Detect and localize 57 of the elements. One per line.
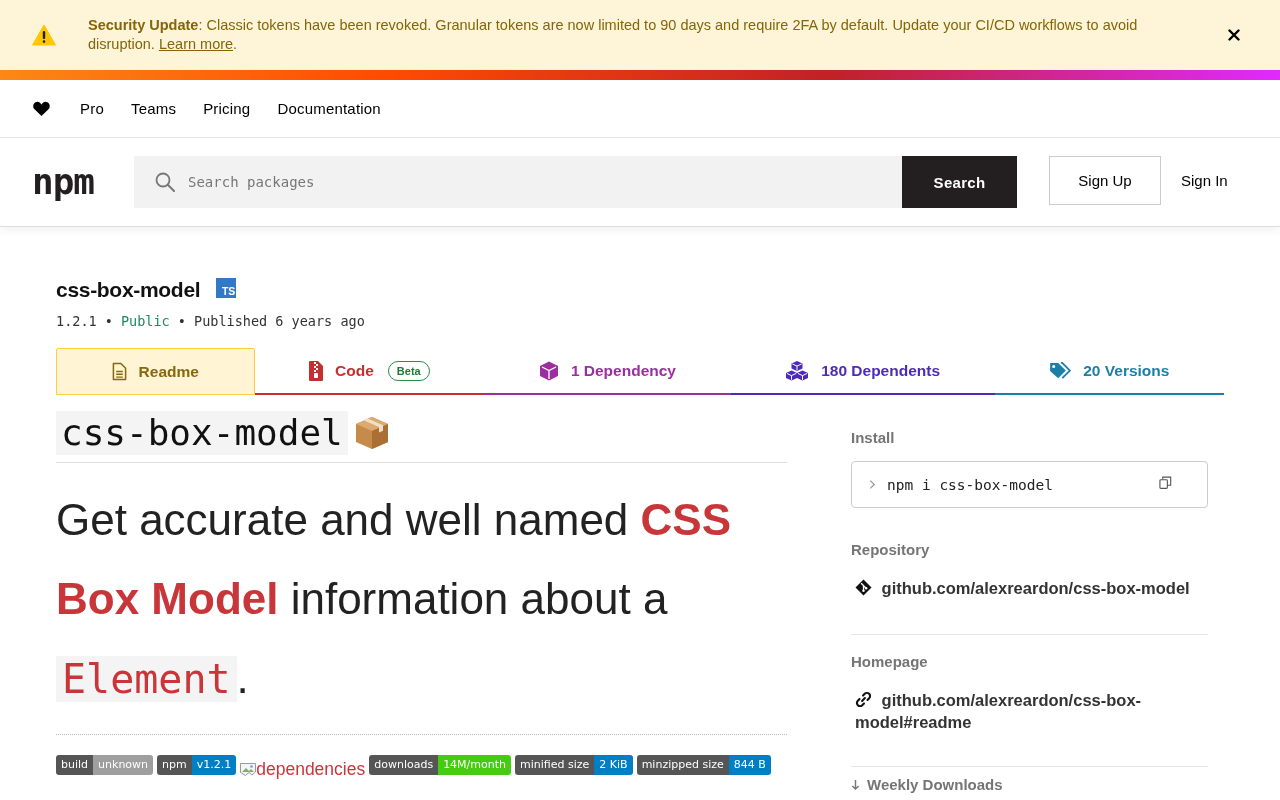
warning-icon	[32, 24, 56, 46]
tab[interactable]: Code Beta	[254, 348, 485, 395]
badge-value: 2 KiB	[594, 755, 633, 775]
learn-more-link[interactable]: Learn more	[158, 36, 234, 52]
badge-label: minified size	[515, 755, 595, 775]
repository-link[interactable]: github.com/alexreardon/css-box-model	[851, 577, 1208, 599]
homepage-link[interactable]: github.com/alexreardon/css-box-model#readme	[851, 689, 1208, 733]
document-icon	[111, 362, 127, 381]
badge-label: downloads	[369, 755, 439, 775]
broken-image-icon	[240, 763, 257, 779]
stacked-cubes-icon	[785, 360, 810, 381]
zip-file-icon	[309, 360, 324, 381]
install-command-box[interactable]: npm i css-box-model	[851, 461, 1208, 508]
search-button[interactable]: Search	[902, 156, 1017, 208]
tab[interactable]: Readme	[56, 348, 255, 395]
tab[interactable]: 20 Versions	[994, 348, 1224, 395]
download-arrow-icon	[851, 778, 860, 792]
sign-in-link[interactable]: Sign In	[1181, 172, 1228, 189]
section-label: Repository	[851, 540, 931, 560]
cardboard-box-icon	[353, 415, 390, 451]
sign-up-button[interactable]: Sign Up	[1049, 156, 1161, 205]
section-label: Homepage	[851, 652, 929, 672]
badge-value: unknown	[93, 755, 154, 775]
copy-icon[interactable]	[1159, 476, 1172, 489]
badge-value: 844 B	[728, 755, 771, 775]
branch-diamond-icon	[855, 579, 872, 596]
badge-label: minzipped size	[636, 755, 729, 775]
nav-link[interactable]: Documentation	[277, 100, 381, 117]
search-field[interactable]: Search packages	[134, 156, 902, 208]
section-label: Weekly Downloads	[867, 776, 1003, 794]
banner-message: Security Update: Classic tokens have been revoked. Granular tokens are now limited to 90 days and require 2FA by default. Update your CI/CD workflows to avoid disruption. Learn more.	[88, 16, 1139, 54]
readme-heading: css-box-model	[56, 411, 348, 455]
package-meta: 1.2.1 • Public • Published 6 years ago	[56, 312, 366, 331]
heart-icon[interactable]	[32, 100, 51, 117]
badge-value: 14M/month	[438, 755, 512, 775]
nav-link[interactable]: Pricing	[203, 100, 251, 117]
close-button[interactable]	[1226, 27, 1242, 43]
tags-icon	[1049, 361, 1072, 380]
readme-intro: Get accurate and well named CSS Box Model information about a Element.	[56, 494, 733, 704]
nav-link[interactable]: Pro	[80, 100, 104, 117]
install-command: npm i css-box-model	[887, 476, 1053, 493]
image-alt-text: dependencies	[256, 759, 366, 779]
prompt-chevron-icon	[869, 479, 876, 490]
tab[interactable]: 180 Dependents	[730, 348, 995, 395]
nav-link[interactable]: Teams	[130, 100, 177, 117]
package-name: css-box-model	[56, 277, 201, 303]
tab[interactable]: 1 Dependency	[484, 348, 731, 395]
badge-label: build	[56, 755, 94, 775]
badge-value: v1.2.1	[191, 755, 237, 775]
cube-icon	[538, 360, 559, 381]
close-icon	[1228, 29, 1240, 41]
ts-badge: TS	[216, 278, 237, 298]
badge-label: npm	[157, 755, 192, 775]
section-label: Install	[851, 428, 896, 448]
site-logo[interactable]: npm	[32, 162, 102, 202]
link-icon	[855, 691, 872, 708]
search-icon	[155, 172, 175, 192]
